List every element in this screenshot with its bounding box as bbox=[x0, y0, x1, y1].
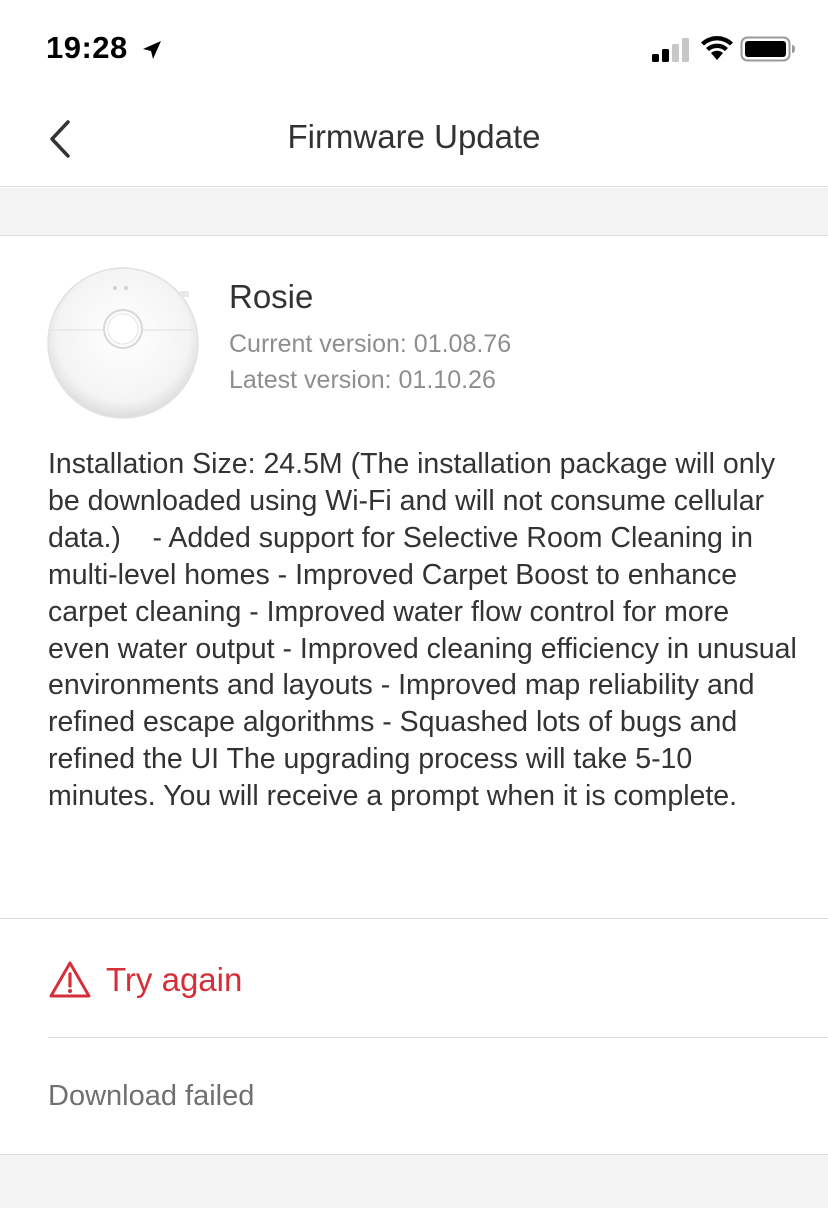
status-bar: 19:28 bbox=[0, 0, 828, 96]
page-title: Firmware Update bbox=[287, 118, 541, 155]
battery-icon bbox=[740, 36, 795, 62]
download-status: Download failed bbox=[48, 1080, 255, 1112]
navigation-bar: Firmware Update bbox=[0, 96, 828, 187]
wifi-icon bbox=[701, 36, 733, 60]
divider bbox=[0, 918, 828, 919]
status-time: 19:28 bbox=[46, 30, 128, 65]
divider bbox=[48, 1037, 828, 1038]
try-again-label: Try again bbox=[106, 961, 243, 998]
device-name: Rosie bbox=[229, 278, 314, 315]
robot-vacuum-image bbox=[47, 267, 199, 419]
section-spacer bbox=[0, 1154, 828, 1208]
cellular-signal-icon bbox=[652, 38, 689, 62]
section-spacer bbox=[0, 188, 828, 236]
release-notes: Installation Size: 24.5M (The installati… bbox=[48, 448, 805, 813]
current-version: Current version: 01.08.76 bbox=[229, 330, 512, 358]
firmware-update-screen: 19:28 Firmware Update Rosie Current vers… bbox=[0, 0, 828, 1208]
latest-version: Latest version: 01.10.26 bbox=[229, 366, 496, 394]
location-arrow-icon bbox=[143, 41, 161, 59]
warning-triangle-icon bbox=[49, 961, 91, 998]
try-again-button[interactable]: Try again bbox=[48, 950, 448, 1010]
